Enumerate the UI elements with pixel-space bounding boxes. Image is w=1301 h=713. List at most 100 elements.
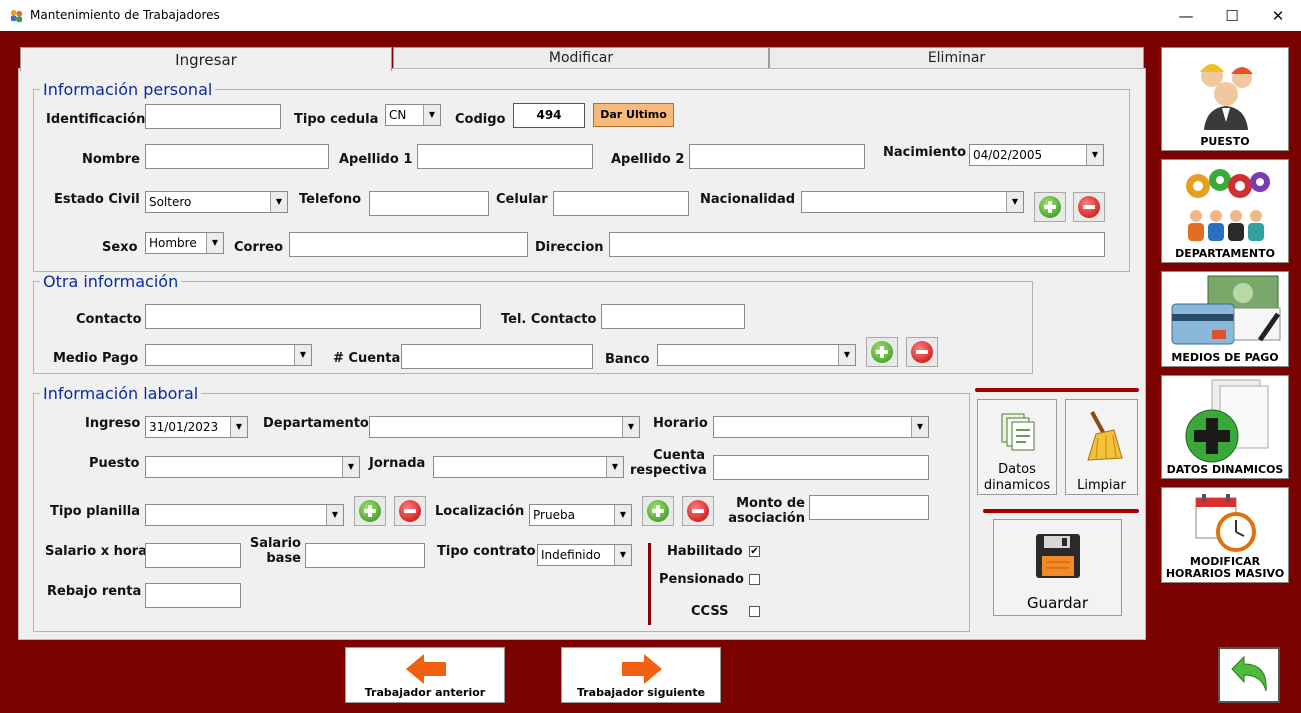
window-title: Mantenimiento de Trabajadores [30, 8, 220, 22]
cuenta-respectiva-input[interactable] [713, 455, 929, 480]
sidebar-departamento-button[interactable]: DEPARTAMENTO [1161, 159, 1289, 263]
trabajador-siguiente-label: Trabajador siguiente [576, 686, 706, 699]
tab-modificar[interactable]: Modificar [393, 47, 769, 68]
correo-input[interactable] [289, 232, 528, 257]
dropdown-arrow-icon: ▼ [606, 457, 623, 477]
dropdown-arrow-icon: ▼ [206, 233, 223, 253]
direccion-input[interactable] [609, 232, 1105, 257]
sidebar-modificar-label-2: HORARIOS MASIVO [1165, 567, 1285, 580]
trabajador-anterior-button[interactable]: Trabajador anterior [345, 647, 505, 703]
estado-civil-select[interactable]: Soltero ▼ [145, 191, 288, 213]
add-banco-button[interactable] [866, 337, 898, 367]
broom-icon [1087, 411, 1123, 461]
maximize-button[interactable]: ☐ [1209, 0, 1255, 31]
minus-icon [911, 341, 933, 363]
medio-pago-select[interactable]: ▼ [145, 344, 312, 366]
identificacion-input[interactable] [145, 104, 281, 129]
datos-dinamicos-button[interactable]: Datos dinamicos [977, 399, 1057, 495]
minimize-button[interactable]: — [1163, 0, 1209, 31]
add-nacionalidad-button[interactable] [1034, 192, 1066, 222]
return-arrow-icon [1231, 655, 1267, 692]
estado-civil-value: Soltero [149, 195, 192, 209]
trabajador-anterior-label: Trabajador anterior [364, 686, 486, 699]
guardar-button[interactable]: Guardar [993, 519, 1122, 616]
sidebar-puesto-button[interactable]: PUESTO [1161, 47, 1289, 151]
tipo-planilla-select[interactable]: ▼ [145, 504, 344, 526]
tel-contacto-input[interactable] [601, 304, 745, 329]
horario-select[interactable]: ▼ [713, 416, 929, 438]
sidebar-medios-pago-label: MEDIOS DE PAGO [1171, 351, 1279, 364]
remove-localizacion-button[interactable] [682, 496, 714, 526]
nacimiento-date-picker[interactable]: 04/02/2005 ▼ [969, 144, 1104, 166]
tab-ingresar[interactable]: Ingresar [20, 47, 392, 71]
remove-tipo-planilla-button[interactable] [394, 496, 426, 526]
dropdown-arrow-icon: ▼ [423, 105, 440, 125]
tipo-contrato-select[interactable]: Indefinido ▼ [537, 544, 632, 566]
sidebar-modificar-horarios-button[interactable]: MODIFICAR HORARIOS MASIVO [1161, 487, 1289, 583]
banco-select[interactable]: ▼ [657, 344, 856, 366]
codigo-input[interactable]: 494 [513, 103, 585, 128]
minus-icon [1078, 196, 1100, 218]
contacto-input[interactable] [145, 304, 481, 329]
minus-icon [399, 500, 421, 522]
limpiar-button[interactable]: Limpiar [1065, 399, 1138, 495]
remove-banco-button[interactable] [906, 337, 938, 367]
department-gears-icon [1186, 169, 1270, 241]
nacionalidad-select[interactable]: ▼ [801, 191, 1024, 213]
correo-label: Correo [234, 240, 284, 255]
title-bar: Mantenimiento de Trabajadores — ☐ ✕ [0, 0, 1301, 31]
app-people-icon [10, 9, 23, 23]
telefono-input[interactable] [369, 191, 489, 216]
tab-eliminar[interactable]: Eliminar [769, 47, 1144, 68]
nacimiento-value: 04/02/2005 [973, 148, 1043, 162]
jornada-select[interactable]: ▼ [433, 456, 624, 478]
close-button[interactable]: ✕ [1255, 0, 1301, 31]
nacionalidad-label: Nacionalidad [700, 192, 796, 207]
nombre-label: Nombre [82, 152, 140, 167]
salario-hora-label: Salario x hora [45, 544, 147, 559]
add-tipo-planilla-button[interactable] [354, 496, 386, 526]
pensionado-checkbox[interactable] [749, 574, 760, 585]
dropdown-arrow-icon: ▼ [230, 417, 247, 437]
dropdown-arrow-icon: ▼ [270, 192, 287, 212]
apellido1-input[interactable] [417, 144, 593, 169]
direccion-label: Direccion [535, 240, 604, 255]
banco-label: Banco [605, 352, 650, 367]
trabajador-siguiente-button[interactable]: Trabajador siguiente [561, 647, 721, 703]
departamento-select[interactable]: ▼ [369, 416, 640, 438]
salario-base-label: Salario base [245, 536, 301, 566]
rebajo-renta-input[interactable] [145, 583, 241, 608]
sexo-select[interactable]: Hombre ▼ [145, 232, 224, 254]
limpiar-label: Limpiar [1077, 478, 1126, 493]
dar-ultimo-button[interactable]: Dar Ultimo [593, 103, 674, 127]
celular-input[interactable] [553, 191, 689, 216]
dropdown-arrow-icon: ▼ [614, 545, 631, 565]
salario-base-input[interactable] [305, 543, 425, 568]
sidebar-departamento-label: DEPARTAMENTO [1175, 247, 1275, 260]
jornada-label: Jornada [369, 456, 426, 471]
back-button[interactable] [1218, 647, 1280, 703]
salario-hora-input[interactable] [145, 543, 241, 568]
cuenta-input[interactable] [401, 344, 593, 369]
floppy-disk-icon [1036, 534, 1080, 578]
apellido2-input[interactable] [689, 144, 865, 169]
ingreso-date-picker[interactable]: 31/01/2023 ▼ [145, 416, 248, 438]
monto-asociacion-input[interactable] [809, 495, 929, 520]
add-localizacion-button[interactable] [642, 496, 674, 526]
localizacion-label: Localización [435, 504, 525, 519]
ccss-checkbox[interactable] [749, 606, 760, 617]
medio-pago-label: Medio Pago [53, 351, 139, 366]
divider-line [983, 509, 1139, 513]
tipo-cedula-select[interactable]: CN ▼ [385, 104, 441, 126]
nombre-input[interactable] [145, 144, 329, 169]
sidebar-datos-dinamicos-button[interactable]: DATOS DINAMICOS [1161, 375, 1289, 479]
identificacion-label: Identificación [46, 112, 146, 127]
habilitado-checkbox[interactable]: ✔ [749, 546, 760, 557]
sidebar-medios-pago-button[interactable]: MEDIOS DE PAGO [1161, 271, 1289, 367]
documents-icon [1001, 413, 1035, 451]
cuenta-respectiva-label-line2: respectiva [630, 463, 707, 478]
localizacion-select[interactable]: Prueba ▼ [529, 504, 632, 526]
puesto-select[interactable]: ▼ [145, 456, 360, 478]
remove-nacionalidad-button[interactable] [1073, 192, 1105, 222]
departamento-label: Departamento [263, 416, 369, 431]
